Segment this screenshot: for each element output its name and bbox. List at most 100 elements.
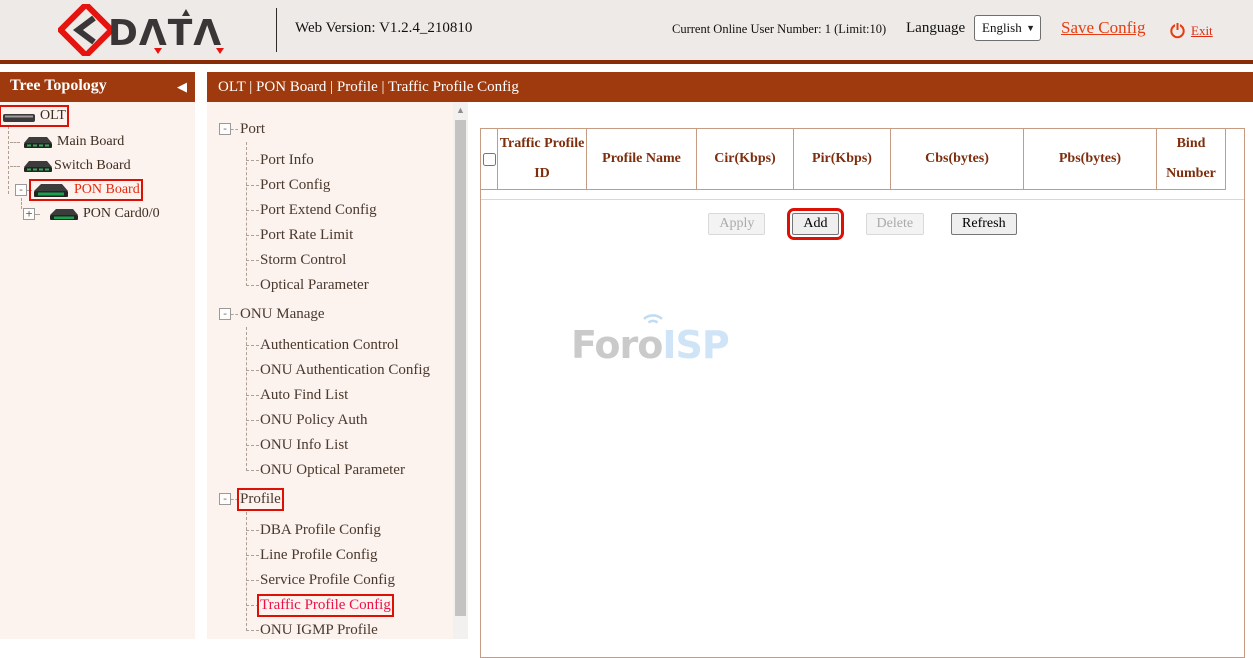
- olt-device-icon: [2, 110, 36, 123]
- scroll-up-icon[interactable]: ▲: [453, 105, 468, 115]
- traffic-profile-frame: Traffic Profile ID Profile Name Cir(Kbps…: [480, 128, 1245, 658]
- foroisp-watermark: ForoISP: [571, 323, 729, 367]
- tree-connector-dash: [246, 185, 259, 186]
- menu-item-port-info[interactable]: Port Info: [207, 148, 468, 173]
- menu-item-label[interactable]: Traffic Profile Config: [260, 597, 391, 614]
- save-config-link[interactable]: Save Config: [1061, 18, 1146, 38]
- menu-section-profile[interactable]: -Profile: [207, 486, 468, 512]
- traffic-profile-table-header: Traffic Profile ID Profile Name Cir(Kbps…: [481, 129, 1226, 190]
- tree-node-label[interactable]: OLT: [40, 108, 66, 124]
- watermark-text-blue: ISP: [662, 323, 728, 367]
- tree-connector-dash: [246, 160, 259, 161]
- chevron-down-icon: ▼: [1026, 16, 1035, 40]
- refresh-button[interactable]: Refresh: [951, 213, 1017, 235]
- tree-node-pon-board[interactable]: - PON Board: [15, 182, 140, 198]
- config-menu-panel: -PortPort InfoPort ConfigPort Extend Con…: [207, 102, 468, 639]
- column-header: Pbs(bytes): [1024, 129, 1157, 189]
- wifi-signal-icon: [638, 307, 668, 325]
- menu-item-label[interactable]: ONU Authentication Config: [260, 362, 430, 379]
- menu-item-label[interactable]: ONU Info List: [260, 437, 348, 454]
- menu-item-storm-control[interactable]: Storm Control: [207, 248, 468, 273]
- tree-connector-dash: [246, 285, 259, 286]
- menu-item-label[interactable]: Service Profile Config: [260, 572, 395, 589]
- menu-item-port-extend-config[interactable]: Port Extend Config: [207, 198, 468, 223]
- main-content: Traffic Profile ID Profile Name Cir(Kbps…: [468, 102, 1253, 639]
- collapse-sidebar-icon[interactable]: ◀: [177, 79, 187, 95]
- select-all-cell: [481, 129, 498, 189]
- menu-item-traffic-profile-config[interactable]: Traffic Profile Config: [207, 593, 468, 618]
- collapse-expander-icon[interactable]: -: [219, 308, 231, 320]
- menu-item-label[interactable]: Port Rate Limit: [260, 227, 353, 244]
- menu-item-label[interactable]: Authentication Control: [260, 337, 399, 354]
- menu-item-label[interactable]: Port Config: [260, 177, 330, 194]
- collapse-expander-icon[interactable]: -: [15, 184, 27, 196]
- menu-item-line-profile-config[interactable]: Line Profile Config: [207, 543, 468, 568]
- language-selected-value: English: [982, 20, 1022, 35]
- logo-text: DΛTΛ: [108, 13, 222, 54]
- pon-board-device-icon: [32, 183, 70, 198]
- scrollbar-thumb[interactable]: [455, 120, 466, 616]
- tree-connector-line: [21, 198, 22, 209]
- tree-connector-dash: [246, 445, 259, 446]
- delete-button[interactable]: Delete: [866, 213, 925, 235]
- column-header: Profile Name: [587, 129, 697, 189]
- menu-item-label[interactable]: Line Profile Config: [260, 547, 377, 564]
- column-header: Cir(Kbps): [697, 129, 794, 189]
- language-select[interactable]: English ▼: [974, 15, 1041, 41]
- menu-item-label[interactable]: Optical Parameter: [260, 277, 369, 294]
- exit-link[interactable]: Exit: [1191, 23, 1213, 39]
- menu-item-label[interactable]: ONU Policy Auth: [260, 412, 368, 429]
- tree-connector-dash: [246, 210, 259, 211]
- tree-connector-dash: [246, 260, 259, 261]
- collapse-expander-icon[interactable]: -: [219, 123, 231, 135]
- menu-section-label[interactable]: Port: [240, 121, 265, 138]
- menu-item-label[interactable]: Storm Control: [260, 252, 346, 269]
- tree-connector-dash: [246, 345, 259, 346]
- tree-node-olt[interactable]: OLT: [2, 108, 66, 124]
- board-device-icon: [22, 136, 53, 149]
- collapse-expander-icon[interactable]: -: [219, 493, 231, 505]
- apply-button[interactable]: Apply: [708, 213, 765, 235]
- tree-connector-dash: [246, 555, 259, 556]
- menu-item-port-config[interactable]: Port Config: [207, 173, 468, 198]
- add-button[interactable]: Add: [792, 213, 838, 235]
- select-all-checkbox[interactable]: [483, 153, 496, 166]
- top-header: DΛTΛ Web Version: V1.2.4_210810 Current …: [0, 0, 1253, 64]
- menu-item-label[interactable]: Auto Find List: [260, 387, 348, 404]
- power-icon: [1169, 21, 1186, 39]
- column-header: Traffic Profile ID: [498, 129, 587, 189]
- menu-item-onu-info-list[interactable]: ONU Info List: [207, 433, 468, 458]
- menu-item-dba-profile-config[interactable]: DBA Profile Config: [207, 518, 468, 543]
- menu-item-label[interactable]: Port Info: [260, 152, 314, 169]
- menu-section-label[interactable]: Profile: [240, 491, 281, 508]
- tree-connector-line: [8, 126, 9, 194]
- menu-item-auto-find-list[interactable]: Auto Find List: [207, 383, 468, 408]
- menu-item-label[interactable]: DBA Profile Config: [260, 522, 381, 539]
- tree-topology-header: Tree Topology ◀: [0, 72, 195, 102]
- menu-scrollbar[interactable]: ▲: [453, 102, 468, 639]
- menu-item-service-profile-config[interactable]: Service Profile Config: [207, 568, 468, 593]
- menu-item-onu-policy-auth[interactable]: ONU Policy Auth: [207, 408, 468, 433]
- menu-item-label[interactable]: ONU IGMP Profile: [260, 622, 378, 639]
- tree-node-pon-card[interactable]: + PON Card0/0: [23, 206, 160, 222]
- expand-expander-icon[interactable]: +: [23, 208, 35, 220]
- tree-node-label[interactable]: Switch Board: [54, 158, 131, 174]
- menu-item-optical-parameter[interactable]: Optical Parameter: [207, 273, 468, 298]
- menu-item-onu-optical-parameter[interactable]: ONU Optical Parameter: [207, 458, 468, 483]
- menu-item-onu-authentication-config[interactable]: ONU Authentication Config: [207, 358, 468, 383]
- tree-node-main-board[interactable]: Main Board: [10, 134, 124, 150]
- menu-item-authentication-control[interactable]: Authentication Control: [207, 333, 468, 358]
- tree-node-label[interactable]: PON Board: [74, 182, 140, 198]
- menu-item-label[interactable]: Port Extend Config: [260, 202, 377, 219]
- breadcrumb: OLT | PON Board | Profile | Traffic Prof…: [207, 72, 1253, 102]
- tree-node-label[interactable]: PON Card0/0: [83, 206, 160, 222]
- menu-section-label[interactable]: ONU Manage: [240, 306, 325, 323]
- menu-item-port-rate-limit[interactable]: Port Rate Limit: [207, 223, 468, 248]
- tree-node-switch-board[interactable]: Switch Board: [10, 158, 131, 174]
- menu-item-onu-igmp-profile[interactable]: ONU IGMP Profile: [207, 618, 468, 639]
- menu-section-port[interactable]: -Port: [207, 116, 468, 142]
- column-header: Cbs(bytes): [891, 129, 1024, 189]
- menu-item-label[interactable]: ONU Optical Parameter: [260, 462, 405, 479]
- menu-section-onu-manage[interactable]: -ONU Manage: [207, 301, 468, 327]
- tree-node-label[interactable]: Main Board: [57, 134, 124, 150]
